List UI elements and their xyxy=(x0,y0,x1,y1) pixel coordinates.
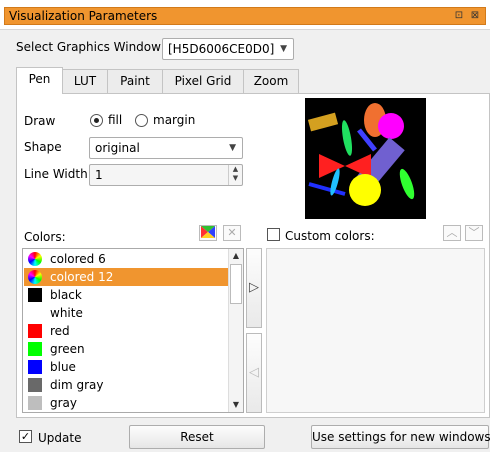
color-picker-icon[interactable] xyxy=(199,225,217,241)
tab-zoom[interactable]: Zoom xyxy=(243,69,299,93)
remove-from-custom-button[interactable]: ◁ xyxy=(246,333,262,413)
color-swatch xyxy=(28,324,42,338)
scroll-thumb[interactable] xyxy=(230,264,242,304)
custom-up-icon[interactable]: ︿ xyxy=(443,225,461,241)
update-label: Update xyxy=(38,431,82,445)
color-swatch xyxy=(28,306,42,320)
use-settings-button[interactable]: Use settings for new windows xyxy=(311,425,490,449)
list-item[interactable]: colored 12 xyxy=(24,268,230,286)
tab-paint[interactable]: Paint xyxy=(107,69,163,93)
shape-select[interactable]: original ▼ xyxy=(89,137,243,159)
remove-color-icon[interactable]: ✕ xyxy=(223,225,241,241)
tab-pen[interactable]: Pen xyxy=(16,67,63,94)
list-item[interactable]: colored 6 xyxy=(24,250,230,268)
colors-label: Colors: xyxy=(24,230,66,244)
draw-label: Draw xyxy=(24,114,56,128)
tab-lut[interactable]: LUT xyxy=(62,69,108,93)
list-item[interactable]: green xyxy=(24,340,230,358)
color-swatch xyxy=(28,360,42,374)
line-width-value: 1 xyxy=(95,168,103,182)
shape-value: original xyxy=(95,141,140,155)
colored-6-icon xyxy=(28,252,42,266)
title-bar: Visualization Parameters ⊡ ⊠ xyxy=(0,0,490,30)
colored-12-icon xyxy=(28,270,42,284)
color-swatch xyxy=(28,396,42,410)
float-icon[interactable]: ⊡ xyxy=(453,10,465,22)
scroll-up-icon[interactable]: ▲ xyxy=(229,249,243,263)
color-swatch xyxy=(28,378,42,392)
update-checkbox[interactable]: ✓ xyxy=(19,430,32,443)
colors-scrollbar[interactable]: ▲ ▼ xyxy=(228,249,243,412)
add-to-custom-button[interactable]: ▷ xyxy=(246,248,262,328)
shapes-preview-icon xyxy=(307,103,415,206)
title-bar-strip: Visualization Parameters ⊡ ⊠ xyxy=(4,7,486,25)
custom-down-icon[interactable]: ﹀ xyxy=(465,225,483,241)
list-item[interactable]: red xyxy=(24,322,230,340)
close-icon[interactable]: ⊠ xyxy=(469,10,481,22)
custom-colors-list[interactable] xyxy=(266,248,485,413)
tab-pixel-grid[interactable]: Pixel Grid xyxy=(162,69,244,93)
color-swatch xyxy=(28,288,42,302)
custom-colors-label: Custom colors: xyxy=(285,229,375,243)
colors-list[interactable]: colored 6 colored 12 black white red gre… xyxy=(22,248,244,413)
graphics-window-select[interactable]: [H5D6006CE0D0] ▼ xyxy=(162,38,294,60)
chevron-down-icon: ▼ xyxy=(229,143,236,153)
pen-preview-image xyxy=(305,98,426,219)
scroll-down-icon[interactable]: ▼ xyxy=(229,398,243,412)
list-item[interactable]: white xyxy=(24,304,230,322)
line-width-spinbox[interactable]: 1 ▲ ▼ xyxy=(89,164,243,186)
margin-radio[interactable] xyxy=(135,114,148,127)
color-swatch xyxy=(28,342,42,356)
spin-arrows-icon[interactable]: ▲ ▼ xyxy=(228,165,242,185)
list-item[interactable]: gray xyxy=(24,394,230,412)
chevron-down-icon: ▼ xyxy=(280,44,287,54)
fill-radio[interactable] xyxy=(90,114,103,127)
custom-colors-checkbox[interactable] xyxy=(267,228,280,241)
fill-radio-label[interactable]: fill xyxy=(108,113,122,127)
reset-button[interactable]: Reset xyxy=(129,425,265,449)
list-item[interactable]: black xyxy=(24,286,230,304)
list-item[interactable]: blue xyxy=(24,358,230,376)
window-title: Visualization Parameters xyxy=(9,9,158,23)
margin-radio-label[interactable]: margin xyxy=(153,113,195,127)
line-width-label: Line Width xyxy=(24,167,88,181)
list-item[interactable]: dim gray xyxy=(24,376,230,394)
graphics-window-label: Select Graphics Window xyxy=(16,40,161,54)
graphics-window-value: [H5D6006CE0D0] xyxy=(168,42,275,56)
shape-label: Shape xyxy=(24,140,62,154)
